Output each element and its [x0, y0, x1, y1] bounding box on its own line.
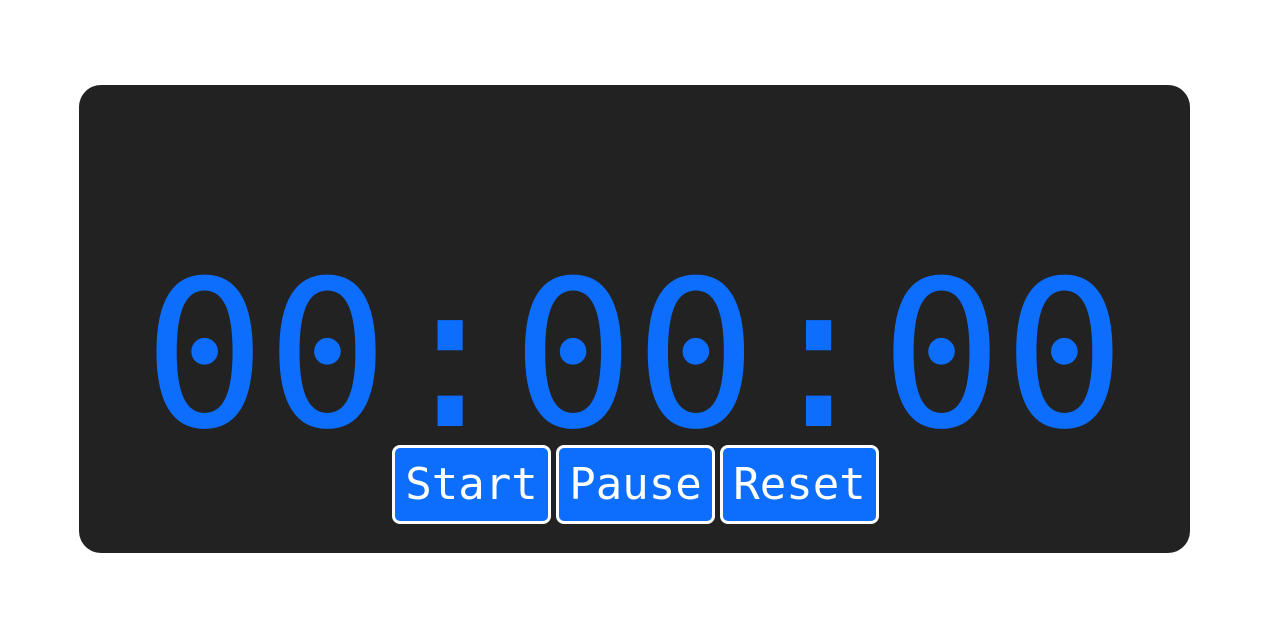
pause-button[interactable]: Pause [556, 445, 715, 524]
start-button[interactable]: Start [392, 445, 551, 524]
reset-button[interactable]: Reset [720, 445, 879, 524]
stopwatch-controls: Start Pause Reset [0, 445, 1271, 524]
time-display: 00:00:00 [143, 238, 1126, 475]
